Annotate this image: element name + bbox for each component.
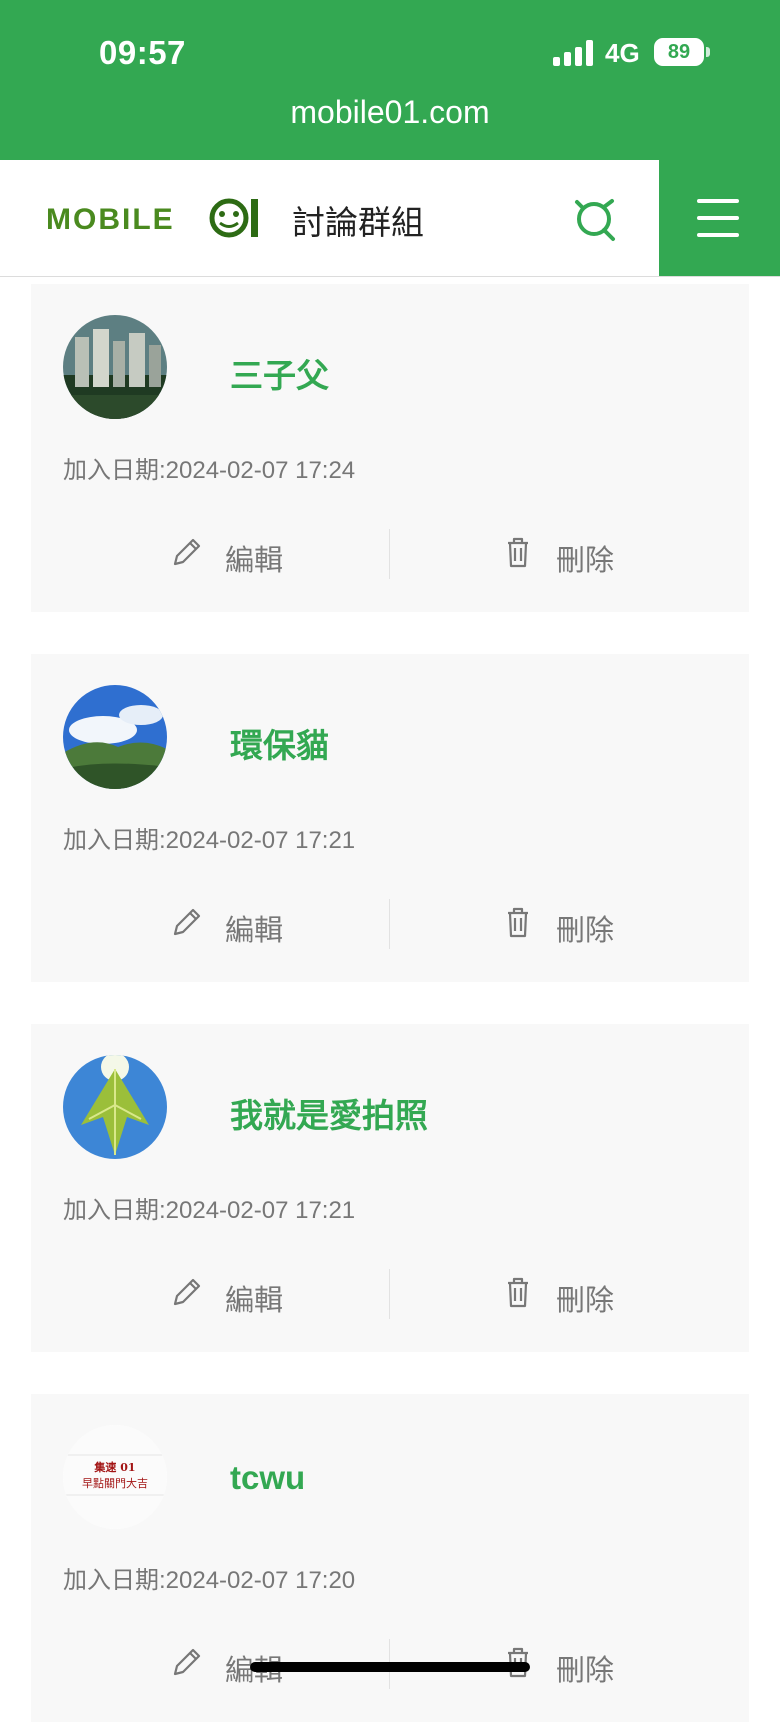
edit-label: 編輯 (225, 1285, 284, 1317)
status-time: 09:57 (99, 34, 186, 71)
edit-button[interactable]: 編輯 (169, 902, 299, 947)
delete-label: 刪除 (556, 545, 615, 577)
network-type: 4G (605, 38, 640, 68)
pencil-icon (173, 1648, 201, 1676)
search-icon (575, 199, 615, 241)
action-divider (389, 899, 390, 949)
member-card: 集速 01 早點關門大吉 tcwu 加入日期:2024-02-07 17:20 … (31, 1394, 749, 1722)
avatar-city-skyline[interactable] (63, 315, 167, 419)
member-card: 三子父 加入日期:2024-02-07 17:24 編輯 刪除 (31, 284, 749, 612)
member-name[interactable]: 我就是愛拍照 (230, 1089, 428, 1137)
pencil-icon (173, 1278, 201, 1306)
edit-label: 編輯 (225, 545, 284, 577)
mobile01-logo[interactable]: MOBILE (46, 193, 266, 243)
battery-icon: 89 (654, 38, 704, 66)
delete-label: 刪除 (556, 915, 615, 947)
browser-top-bar: 09:57 4G 89 mobile01.com (0, 0, 780, 160)
member-card: 環保貓 加入日期:2024-02-07 17:21 編輯 刪除 (31, 654, 749, 982)
member-name[interactable]: tcwu (230, 1459, 305, 1497)
member-name[interactable]: 三子父 (230, 349, 329, 397)
page-title: 討論群組 (292, 204, 424, 241)
action-divider (389, 529, 390, 579)
avatar-leaf-sunlight[interactable] (63, 1055, 167, 1159)
avatar-text-line2: 早點關門大吉 (82, 1476, 148, 1490)
battery-tip (706, 47, 710, 57)
member-name[interactable]: 環保貓 (230, 719, 329, 767)
join-date: 加入日期:2024-02-07 17:21 (63, 827, 356, 854)
avatar-text-card[interactable]: 集速 01 早點關門大吉 (63, 1425, 167, 1529)
member-card: 我就是愛拍照 加入日期:2024-02-07 17:21 編輯 刪除 (31, 1024, 749, 1352)
delete-button[interactable]: 刪除 (500, 902, 630, 947)
action-divider (389, 1269, 390, 1319)
pencil-icon (173, 908, 201, 936)
site-header: MOBILE 討論群組 (0, 160, 780, 277)
trash-icon (508, 907, 528, 938)
svg-text:MOBILE: MOBILE (46, 203, 175, 236)
trash-icon (508, 1277, 528, 1308)
avatar-mountain-sky[interactable] (63, 685, 167, 789)
delete-label: 刪除 (556, 1285, 615, 1317)
home-indicator[interactable] (250, 1662, 530, 1672)
hamburger-menu-button[interactable] (659, 160, 780, 276)
avatar-text-line1: 集速 01 (93, 1460, 135, 1474)
edit-label: 編輯 (225, 915, 284, 947)
search-button[interactable] (570, 194, 622, 246)
url-bar[interactable]: mobile01.com (0, 94, 780, 131)
join-date: 加入日期:2024-02-07 17:24 (63, 457, 356, 484)
delete-label: 刪除 (556, 1655, 615, 1687)
edit-button[interactable]: 編輯 (169, 1272, 299, 1317)
signal-icon (553, 40, 593, 66)
edit-button[interactable]: 編輯 (169, 532, 299, 577)
pencil-icon (173, 538, 201, 566)
join-date: 加入日期:2024-02-07 17:20 (63, 1567, 356, 1594)
trash-icon (508, 537, 528, 568)
join-date: 加入日期:2024-02-07 17:21 (63, 1197, 356, 1224)
delete-button[interactable]: 刪除 (500, 1272, 630, 1317)
delete-button[interactable]: 刪除 (500, 532, 630, 577)
